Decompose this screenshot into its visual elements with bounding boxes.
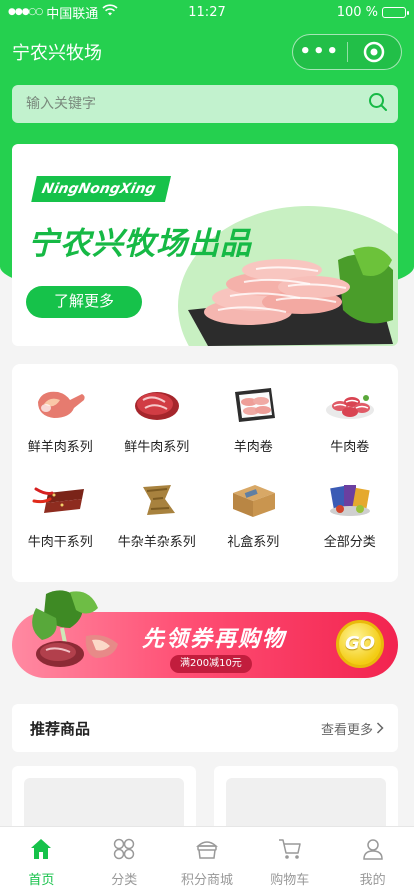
search-input[interactable]	[26, 96, 368, 112]
tab-label: 积分商城	[180, 873, 233, 888]
search-icon[interactable]	[368, 92, 388, 116]
mini-program-capsule: •••	[292, 34, 402, 70]
category-label: 牛肉卷	[330, 440, 370, 455]
category-label: 牛杂羊杂系列	[117, 535, 196, 550]
category-label: 羊肉卷	[233, 440, 273, 455]
carrier-label: 中国联通	[46, 6, 99, 22]
user-icon	[361, 837, 385, 861]
coupon-title: 先领券再购物	[142, 627, 287, 652]
category-item[interactable]: 牛肉干系列	[12, 477, 109, 550]
coupon-food-image	[32, 590, 118, 667]
category-grid: 鲜羊肉系列 鲜牛肉系列 羊肉卷 牛肉卷 牛肉干系列 牛杂羊杂系列 礼盒系列 全部…	[12, 382, 398, 550]
tab-label: 购物车	[270, 873, 310, 888]
category-label: 牛肉干系列	[27, 535, 93, 550]
status-bar: ●●●○○ 中国联通 11:27 100 %	[0, 0, 414, 24]
points-store-icon	[195, 837, 219, 861]
chevron-right-icon	[376, 722, 384, 734]
tab-home[interactable]: 首页	[0, 827, 83, 895]
page-title: 宁农兴牧场	[12, 43, 102, 64]
battery-icon	[382, 6, 409, 18]
tab-cart[interactable]: 购物车	[248, 827, 331, 895]
tab-category[interactable]: 分类	[83, 827, 166, 895]
category-icon	[112, 837, 136, 861]
tripe-icon	[129, 477, 185, 521]
lamb-leg-icon	[32, 382, 88, 426]
category-label: 全部分类	[323, 535, 376, 550]
battery-label: 100 %	[336, 4, 378, 20]
promo-banner[interactable]: NingNongXing 宁农兴牧场出品 了解更多	[12, 144, 398, 346]
more-dots-icon[interactable]: •••	[293, 34, 347, 70]
category-card: 鲜羊肉系列 鲜牛肉系列 羊肉卷 牛肉卷 牛肉干系列 牛杂羊杂系列 礼盒系列 全部…	[12, 364, 398, 582]
category-item[interactable]: 羊肉卷	[205, 382, 302, 455]
category-label: 礼盒系列	[227, 535, 280, 550]
wifi-icon	[102, 4, 118, 20]
coupon-banner[interactable]: 先领券再购物 满200减10元 GO	[12, 590, 398, 678]
all-categories-icon	[322, 477, 378, 521]
view-more-label: 查看更多	[320, 722, 373, 738]
category-item[interactable]: 礼盒系列	[205, 477, 302, 550]
lamb-roll-icon	[225, 382, 281, 426]
tab-bar: 首页 分类 积分商城 购物车 我的	[0, 826, 414, 895]
category-item[interactable]: 牛肉卷	[302, 382, 399, 455]
beef-roll-icon	[322, 382, 378, 426]
learn-more-button[interactable]: 了解更多	[26, 286, 142, 318]
signal-icon: ●●●○○	[8, 7, 43, 17]
tab-profile[interactable]: 我的	[331, 827, 414, 895]
view-more-link[interactable]: 查看更多	[321, 719, 384, 738]
tab-points-store[interactable]: 积分商城	[166, 827, 249, 895]
recommend-header: 推荐商品 查看更多	[12, 704, 398, 752]
category-label: 鲜羊肉系列	[27, 440, 93, 455]
brand-tag: NingNongXing	[31, 176, 169, 202]
gift-box-icon	[225, 477, 281, 521]
home-icon	[29, 837, 53, 861]
section-title: 推荐商品	[30, 719, 91, 738]
category-label: 鲜牛肉系列	[124, 440, 190, 455]
tab-label: 我的	[359, 873, 386, 888]
target-icon[interactable]	[348, 35, 402, 69]
go-button[interactable]: GO	[336, 620, 384, 668]
category-item[interactable]: 牛杂羊杂系列	[109, 477, 206, 550]
cart-icon	[278, 837, 302, 861]
coupon-subtitle: 满200减10元	[170, 655, 252, 673]
search-bar	[12, 85, 398, 123]
tab-label: 分类	[111, 873, 138, 888]
beef-jerky-icon	[32, 477, 88, 521]
category-item[interactable]: 全部分类	[302, 477, 399, 550]
beef-steak-icon	[129, 382, 185, 426]
category-item[interactable]: 鲜牛肉系列	[109, 382, 206, 455]
meat-rolls-image	[188, 246, 393, 346]
stripes-decoration	[154, 176, 171, 202]
category-item[interactable]: 鲜羊肉系列	[12, 382, 109, 455]
nav-bar: 宁农兴牧场 •••	[0, 30, 414, 74]
tab-label: 首页	[28, 873, 55, 888]
